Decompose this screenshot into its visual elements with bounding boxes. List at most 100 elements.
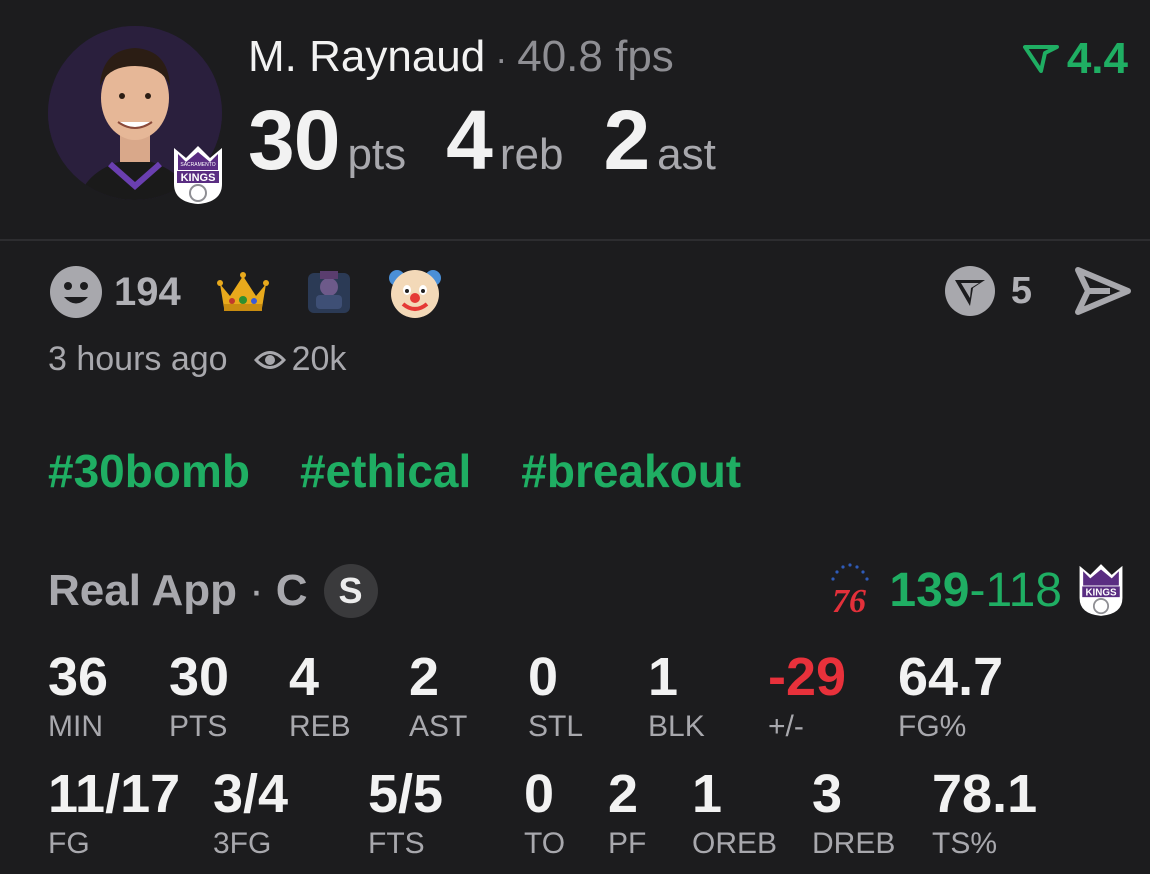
rating-value: 4.4	[1066, 34, 1128, 83]
sixers-logo-icon: 76	[831, 563, 869, 618]
stat-to: 0 TO	[524, 767, 565, 861]
hashtag-breakout[interactable]: #breakout	[521, 444, 741, 498]
stat-label: REB	[289, 710, 351, 743]
stat-label: FTS	[368, 827, 425, 860]
stat-label: 3FG	[213, 827, 272, 860]
stat-label: PTS	[169, 710, 228, 743]
hashtag-list: #30bomb #ethical #breakout	[48, 444, 741, 498]
stat-fts: 5/5 FTS	[368, 767, 443, 861]
headline-points-unit: pts	[347, 130, 407, 179]
stat-value: 3	[812, 764, 843, 824]
rating-v-icon	[1022, 45, 1059, 73]
reaction-count[interactable]: 194	[114, 270, 181, 315]
separator-dot: ·	[249, 566, 264, 615]
hashtag-30bomb[interactable]: #30bomb	[48, 444, 250, 498]
headline-stats: 30 pts 4 reb 2 ast	[248, 92, 756, 189]
stat-label: MIN	[48, 710, 103, 743]
hashtag-ethical[interactable]: #ethical	[300, 444, 471, 498]
stat-ast: 2 AST	[409, 650, 467, 744]
stat-value: 0	[528, 647, 559, 707]
starter-badge: S	[323, 564, 378, 618]
kings-logo-icon: SACRAMENTO KINGS	[174, 146, 222, 204]
stat-label: TS%	[932, 827, 998, 860]
stat-value: 64.7	[898, 647, 1004, 707]
stat-value: 30	[169, 647, 230, 707]
share-button[interactable]	[1074, 266, 1132, 316]
stat-label: STL	[528, 710, 584, 743]
final-score: 139-118	[889, 563, 1062, 617]
stat-value: 3/4	[213, 764, 289, 824]
stat-label: +/-	[768, 710, 804, 743]
comments-button[interactable]: 5	[943, 264, 1032, 318]
stat-value: 36	[48, 647, 109, 707]
stat-pf: 2 PF	[608, 767, 646, 861]
stat-dreb: 3 DREB	[812, 767, 895, 861]
stat-label: PF	[608, 827, 647, 860]
rating-badge[interactable]: 4.4	[1022, 34, 1128, 84]
team-score: 139	[889, 563, 970, 617]
team-logo: SACRAMENTO KINGS	[170, 144, 226, 206]
stat-value: 11/17	[48, 764, 181, 824]
stat-3fg: 3/4 3FG	[213, 767, 288, 861]
smiley-face-icon[interactable]	[48, 264, 104, 320]
player-name[interactable]: M. Raynaud	[248, 32, 485, 81]
stat-value: 1	[648, 647, 679, 707]
headline-rebounds-unit: reb	[499, 130, 564, 179]
player-name-line: M. Raynaud · 40.8 fps	[248, 32, 674, 82]
headline-rebounds-value: 4	[446, 93, 493, 187]
game-score[interactable]: 76 139-118 KINGS	[825, 562, 1126, 618]
fps-value: 40.8 fps	[517, 32, 674, 81]
stat-label: DREB	[812, 827, 896, 860]
eye-icon	[253, 350, 286, 369]
crown-icon[interactable]	[215, 264, 271, 320]
stat-value: -29	[768, 647, 847, 707]
stat-reb: 4 REB	[289, 650, 351, 744]
post-meta: 3 hours ago 20k	[48, 340, 346, 379]
stat-label: BLK	[648, 710, 705, 743]
stat-stl: 0 STL	[528, 650, 583, 744]
stat-value: 5/5	[368, 764, 444, 824]
post-timestamp: 3 hours ago	[48, 340, 228, 378]
game-source-line: Real App · C S	[48, 564, 378, 618]
stat-label: TO	[524, 827, 566, 860]
view-count-value: 20k	[291, 340, 347, 378]
custom-sticker-icon[interactable]	[301, 264, 357, 320]
stat-fg: 11/17 FG	[48, 767, 180, 861]
separator-dot: ·	[495, 38, 508, 79]
stat-blk: 1 BLK	[648, 650, 705, 744]
clown-face-icon[interactable]	[387, 264, 443, 320]
svg-text:KINGS: KINGS	[181, 172, 216, 184]
stat-ts-pct: 78.1 TS%	[932, 767, 1037, 861]
svg-text:SACRAMENTO: SACRAMENTO	[180, 162, 215, 168]
stat-fg-pct: 64.7 FG%	[898, 650, 1003, 744]
stat-value: 2	[409, 647, 440, 707]
stat-pts: 30 PTS	[169, 650, 229, 744]
stat-value: 4	[289, 647, 320, 707]
comment-count: 5	[1010, 269, 1032, 312]
stat-label: OREB	[692, 827, 778, 860]
opponent-score: 118	[985, 563, 1062, 617]
divider	[0, 239, 1150, 241]
stat-label: FG%	[898, 710, 967, 743]
kings-logo-icon: KINGS	[1079, 564, 1123, 616]
send-arrow-icon	[1075, 267, 1131, 315]
game-source: Real App	[48, 566, 238, 615]
reactions-bar: 194	[48, 262, 473, 322]
player-position: C	[275, 566, 308, 615]
stat-oreb: 1 OREB	[692, 767, 777, 861]
v-shield-icon	[944, 266, 995, 316]
stat-min: 36 MIN	[48, 650, 108, 744]
headline-points-value: 30	[248, 93, 340, 187]
svg-text:KINGS: KINGS	[1085, 587, 1117, 598]
stat-value: 0	[524, 764, 555, 824]
stat-label: AST	[409, 710, 468, 743]
stat-label: FG	[48, 827, 90, 860]
view-count: 20k	[253, 340, 347, 379]
stat-plus-minus: -29 +/-	[768, 650, 846, 744]
headline-assists-unit: ast	[657, 130, 716, 179]
stat-value: 1	[692, 764, 723, 824]
stat-value: 2	[608, 764, 639, 824]
stat-value: 78.1	[932, 764, 1038, 824]
headline-assists-value: 2	[603, 93, 650, 187]
svg-text:76: 76	[832, 583, 866, 618]
